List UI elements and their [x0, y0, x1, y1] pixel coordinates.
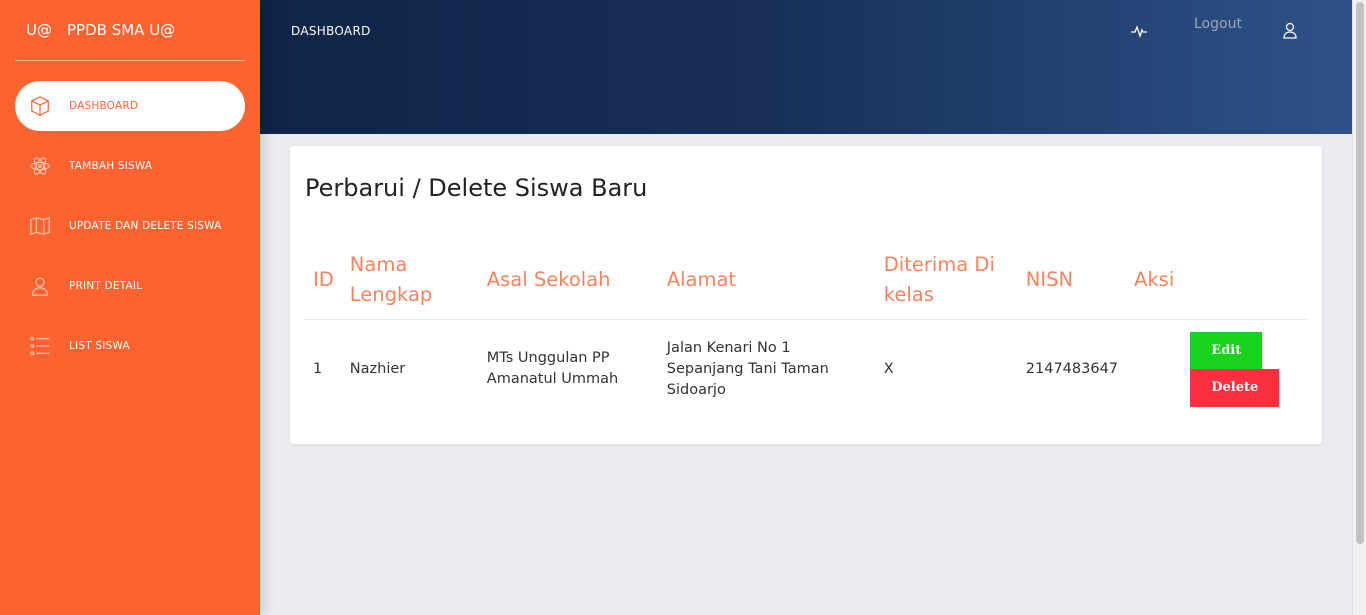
content-card: Perbarui / Delete Siswa Baru ID Nama Len… [290, 146, 1322, 444]
page-title: DASHBOARD [291, 24, 371, 38]
header-actions [1182, 242, 1307, 320]
cell-kelas: X [883, 360, 894, 377]
logout-link[interactable]: Logout [1194, 16, 1242, 32]
table-header-row: ID Nama Lengkap Asal Sekolah Alamat Dite… [305, 242, 1307, 320]
sidebar-item-update-delete[interactable]: UPDATE DAN DELETE SISWA [15, 201, 245, 251]
header-nama: Nama Lengkap [341, 242, 479, 320]
list-icon [29, 335, 51, 357]
sidebar: U@ PPDB SMA U@ DASHBOARD TAMBAH SISWA UP… [0, 0, 260, 615]
cell-nama: Nazhier [349, 360, 406, 377]
table-row: 1 Nazhier MTs Unggulan PP Amanatul Ummah… [305, 319, 1307, 419]
sidebar-item-dashboard[interactable]: DASHBOARD [15, 81, 245, 131]
top-navbar: DASHBOARD Logout [260, 0, 1352, 134]
map-icon [29, 215, 51, 237]
scrollbar[interactable] [1352, 0, 1366, 615]
cell-actions: Edit Delete [1182, 319, 1307, 419]
scrollbar-thumb[interactable] [1356, 2, 1364, 544]
edit-button[interactable]: Edit [1190, 331, 1263, 369]
cube-icon [29, 95, 51, 117]
sidebar-item-label: UPDATE DAN DELETE SISWA [69, 220, 222, 232]
header-alamat: Alamat [658, 242, 876, 320]
cell-id: 1 [313, 360, 323, 377]
header-kelas: Diterima Di kelas [875, 242, 1018, 320]
user-icon[interactable] [1281, 21, 1299, 39]
cell-aksi [1126, 319, 1182, 419]
pulse-icon[interactable] [1130, 22, 1148, 40]
sidebar-item-print-detail[interactable]: PRINT DETAIL [15, 261, 245, 311]
user-icon [29, 275, 51, 297]
brand[interactable]: U@ PPDB SMA U@ [15, 0, 245, 61]
sidebar-item-list-siswa[interactable]: LIST SISWA [15, 321, 245, 371]
sidebar-item-label: TAMBAH SISWA [69, 160, 153, 172]
brand-full[interactable]: PPDB SMA U@ [54, 21, 175, 39]
header-nisn: NISN [1017, 242, 1127, 320]
header-id: ID [305, 242, 342, 320]
cell-nisn: 2147483647 [1025, 360, 1119, 377]
sidebar-nav: DASHBOARD TAMBAH SISWA UPDATE DAN DELETE… [0, 61, 260, 371]
atom-icon [29, 155, 51, 177]
header-aksi: Aksi [1126, 242, 1183, 320]
sidebar-item-label: LIST SISWA [69, 340, 130, 352]
siswa-table: ID Nama Lengkap Asal Sekolah Alamat Dite… [305, 242, 1307, 419]
brand-mini[interactable]: U@ [15, 21, 54, 39]
card-title: Perbarui / Delete Siswa Baru [305, 174, 648, 202]
header-asal: Asal Sekolah [478, 242, 659, 320]
sidebar-item-label: PRINT DETAIL [69, 280, 143, 292]
cell-alamat: Jalan Kenari No 1 Sepanjang Tani Taman S… [666, 339, 829, 398]
sidebar-item-label: DASHBOARD [69, 100, 139, 112]
delete-button[interactable]: Delete [1190, 368, 1280, 407]
cell-asal: MTs Unggulan PP Amanatul Ummah [486, 350, 619, 388]
sidebar-item-tambah-siswa[interactable]: TAMBAH SISWA [15, 141, 245, 191]
